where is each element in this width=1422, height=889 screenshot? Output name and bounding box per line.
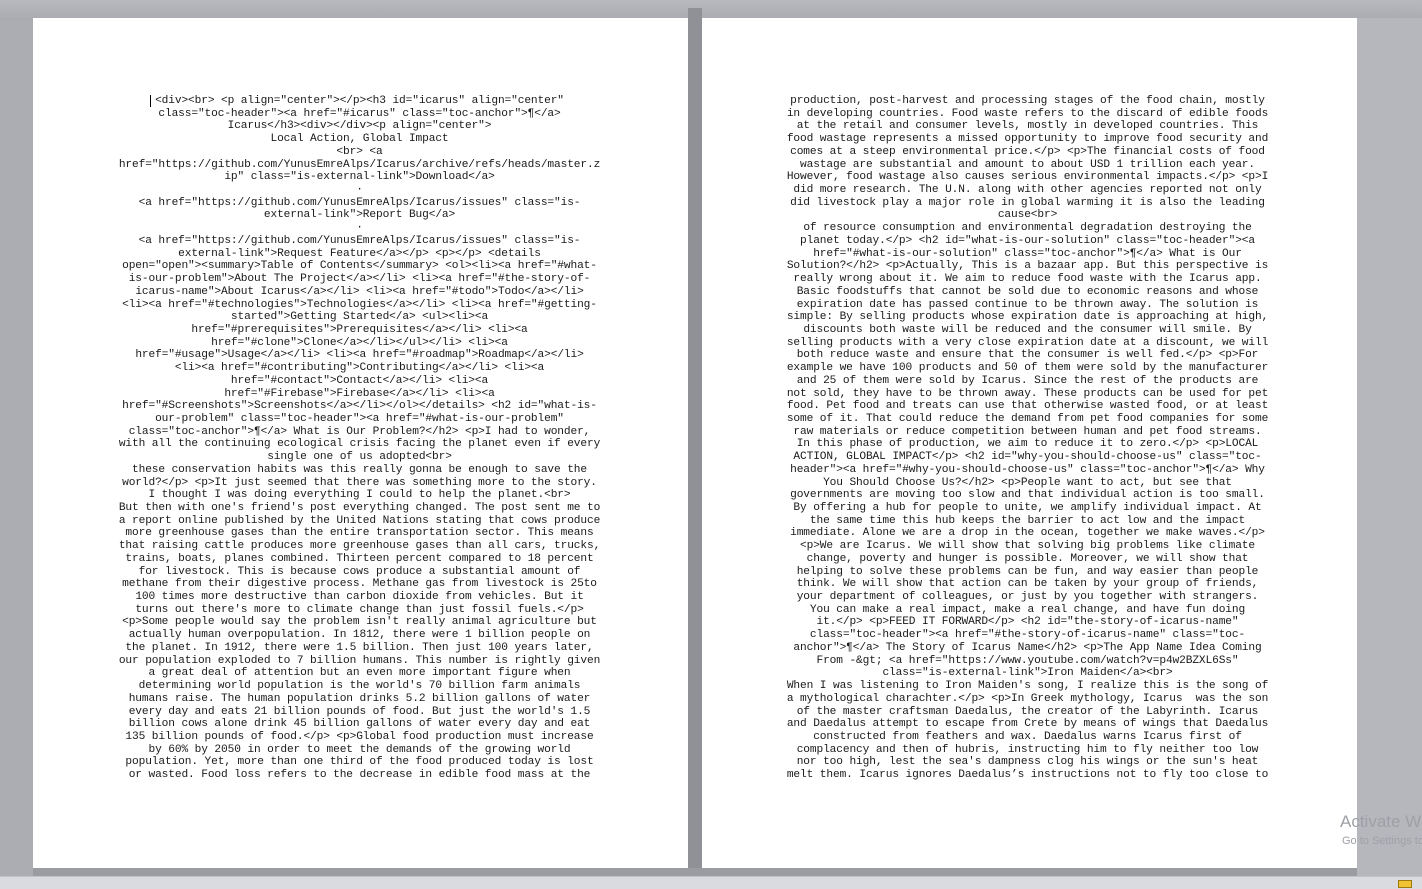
activation-watermark: Activate Windows Go to Settings to activ…	[1340, 812, 1422, 850]
document-page-right[interactable]: production, post-harvest and processing …	[702, 18, 1357, 868]
watermark-subtitle: Go to Settings to activate Windows.	[1342, 835, 1422, 847]
status-bar	[0, 876, 1422, 889]
page-right-text[interactable]: production, post-harvest and processing …	[779, 95, 1276, 782]
page-gutter	[688, 8, 702, 880]
workspace-background	[1357, 18, 1422, 876]
page-left-text[interactable]: <div><br> <p align="center"></p><h3 id="…	[111, 95, 608, 782]
document-page-left[interactable]: <div><br> <p align="center"></p><h3 id="…	[33, 18, 688, 868]
window-top-strip	[0, 0, 1422, 20]
text-cursor	[150, 95, 151, 107]
folder-icon[interactable]	[1398, 880, 1412, 888]
page-bottom-edge	[33, 868, 1357, 876]
watermark-title: Activate Windows	[1340, 812, 1422, 831]
